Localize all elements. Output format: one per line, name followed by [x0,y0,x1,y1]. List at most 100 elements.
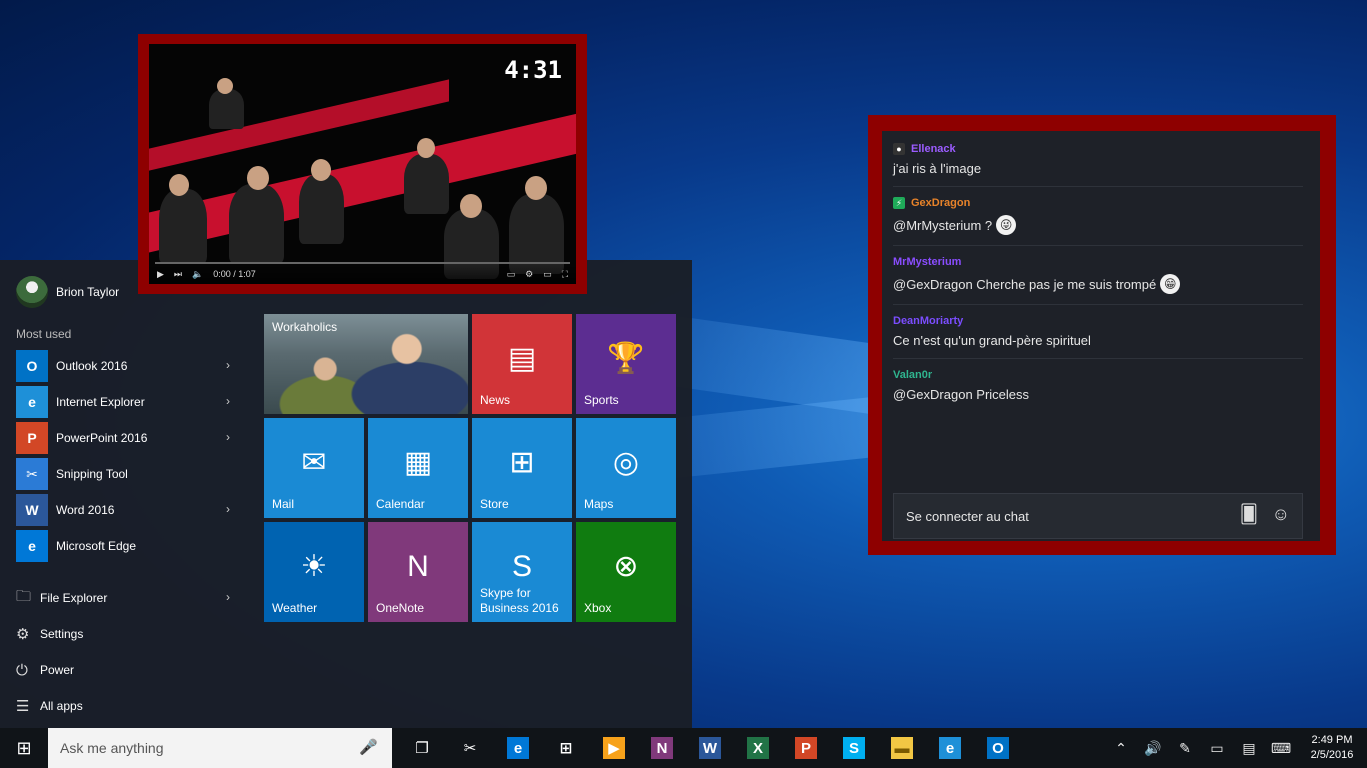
taskbar-skype[interactable]: S [830,728,878,768]
tile-news[interactable]: ▤ News [472,314,572,414]
tile-maps[interactable]: ◎ Maps [576,418,676,518]
system-item-all-apps[interactable]: ☰ All apps [16,688,236,724]
system-item-file-explorer[interactable]: 🗀 File Explorer › [16,580,236,616]
play-icon[interactable]: ▶ [157,269,164,280]
tile-onenote[interactable]: N OneNote [368,522,468,622]
taskbar-edge[interactable]: e [494,728,542,768]
power-icon: ⏻ [16,661,28,679]
notification-icon[interactable]: ▤ [1233,740,1265,757]
pen-icon[interactable]: ✎ [1169,740,1201,757]
tile-skype-for-business-2016[interactable]: S Skype for Business 2016 [472,522,572,622]
chat-username[interactable]: DeanMoriarty [893,315,963,327]
tile-label: Calendar [376,497,425,511]
volume-icon[interactable]: 🔈 [192,269,203,280]
gear-icon: ⚙ [16,626,30,643]
word-icon: W [16,494,48,526]
taskbar-outlook[interactable]: O [974,728,1022,768]
all-apps-icon: ☰ [16,698,30,715]
tile-label: Weather [272,601,318,615]
app-item-edge[interactable]: e Microsoft Edge [16,528,236,564]
chevron-right-icon[interactable]: › [226,358,230,372]
tile-workaholics[interactable]: Workaholics [264,314,468,414]
emote-icon: 😜 [996,215,1017,235]
video-scene [417,138,435,158]
skype-icon: S [511,550,532,583]
video-scene [209,89,244,129]
system-list: 🗀 File Explorer › ⚙ Settings ⏻ Power ☰ All apps [16,580,236,724]
chat-username-row: DeanMoriarty [893,313,1303,329]
tile-xbox[interactable]: ⊗ Xbox [576,522,676,622]
clock[interactable]: 2:49 PM 2/5/2016 [1297,733,1367,763]
tile-store[interactable]: ⊞ Store [472,418,572,518]
chat-username[interactable]: MrMysterium [893,256,961,268]
sun-icon: ☀ [300,550,328,583]
video-scene [169,174,189,196]
taskbar-onenote[interactable]: N [638,728,686,768]
user-badge-icon: ● [893,143,905,155]
app-item-word[interactable]: W Word 2016 › [16,492,236,528]
taskbar-task-view[interactable]: ❐ [398,728,446,768]
chevron-right-icon[interactable]: › [226,590,230,604]
video-time: 0:00 / 1:07 [213,269,256,279]
chat-message: DeanMoriarty Ce n'est qu'un grand-père sp… [893,313,1303,359]
tile-sports[interactable]: 🏆 Sports [576,314,676,414]
app-item-internet-explorer[interactable]: e Internet Explorer › [16,384,236,420]
app-item-outlook[interactable]: O Outlook 2016 › [16,348,236,384]
chat-message-text: @MrMysterium ? [893,217,993,233]
excel-icon: X [747,737,769,759]
taskbar-internet-explorer[interactable]: e [926,728,974,768]
system-item-power[interactable]: ⏻ Power [16,652,236,688]
search-box[interactable]: Ask me anything 🎤 [48,728,392,768]
chat-input-text: Se connecter au chat [906,508,1029,524]
word-icon: W [699,737,721,759]
start-button[interactable]: ⊞ [0,728,48,768]
battery-icon[interactable]: ▭ [1201,740,1233,757]
tile-calendar[interactable]: ▦ Calendar [368,418,468,518]
system-item-gear[interactable]: ⚙ Settings [16,616,236,652]
video-scene [460,194,482,218]
microphone-icon[interactable]: 🎤 [359,738,378,756]
volume-icon[interactable]: 🔊 [1137,740,1169,757]
chat-login-input[interactable]: Se connecter au chat 🂠 ☺ [893,493,1303,539]
internet-explorer-icon: e [939,737,961,759]
chat-username[interactable]: Ellenack [911,143,956,155]
chevron-up-icon[interactable]: ⌃ [1105,740,1137,757]
tile-label: Skype for Business 2016 [480,586,559,615]
fullscreen-icon[interactable]: ⛶ [562,269,568,280]
settings-icon[interactable]: ⚙ [525,269,533,280]
keyboard-icon[interactable]: ⌨ [1265,740,1297,757]
taskbar-word[interactable]: W [686,728,734,768]
taskbar-folder[interactable]: ▬ [878,728,926,768]
chat-username-row: ● Ellenack [893,141,1303,157]
user-account[interactable]: Brion Taylor [16,276,119,308]
store-icon: ⊞ [555,737,577,759]
outlook-icon: O [16,350,48,382]
captions-icon[interactable]: ▭ [507,269,516,280]
powerpoint-icon: P [795,737,817,759]
taskbar-media-player[interactable]: ▶ [590,728,638,768]
video-player[interactable]: 4:31 ▶ ⏭ 🔈 0:00 / 1:07 ▭ ⚙ ▭ ⛶ [149,44,576,284]
search-placeholder: Ask me anything [60,740,164,756]
chat-username[interactable]: GexDragon [911,197,970,209]
chat-username[interactable]: Valan0r [893,369,932,381]
taskbar-store[interactable]: ⊞ [542,728,590,768]
next-icon[interactable]: ⏭ [174,269,182,280]
tile-mail[interactable]: ✉ Mail [264,418,364,518]
chevron-right-icon[interactable]: › [226,502,230,516]
taskbar-powerpoint[interactable]: P [782,728,830,768]
tile-weather[interactable]: ☀ Weather [264,522,364,622]
chevron-right-icon[interactable]: › [226,394,230,408]
chat-username-row: Valan0r [893,367,1303,383]
app-item-powerpoint[interactable]: P PowerPoint 2016 › [16,420,236,456]
snipping-tool-icon: ✂ [459,737,481,759]
video-scene [525,176,547,200]
emoji-icon[interactable]: ☺ [1272,504,1290,525]
theater-icon[interactable]: ▭ [543,269,552,280]
app-item-snipping-tool[interactable]: ✂ Snipping Tool [16,456,236,492]
tile-label: OneNote [376,601,425,615]
taskbar-excel[interactable]: X [734,728,782,768]
cards-icon[interactable]: 🂠 [1240,504,1258,525]
taskbar-snipping-tool[interactable]: ✂ [446,728,494,768]
onenote-icon: N [407,550,429,583]
chevron-right-icon[interactable]: › [226,430,230,444]
